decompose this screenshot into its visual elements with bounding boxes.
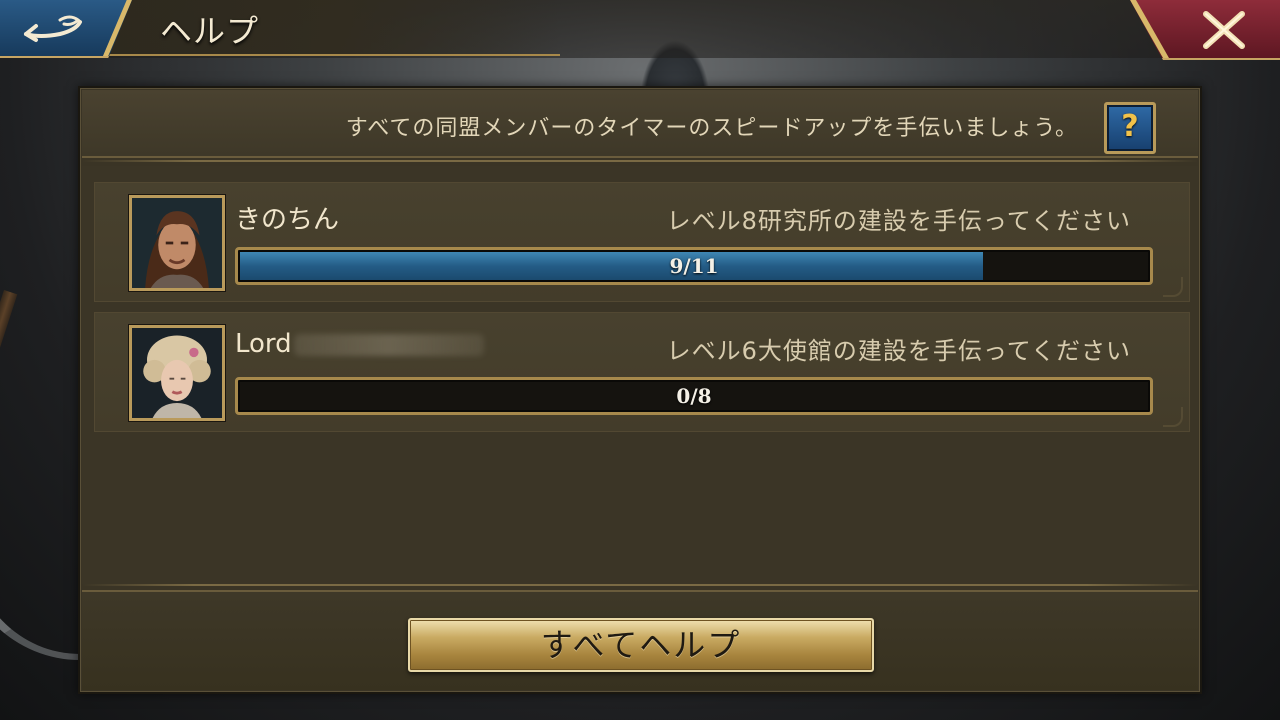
request-row[interactable]: きのちん レベル8研究所の建設を手伝ってください 9/11 — [94, 182, 1190, 302]
player-name: きのちん — [235, 205, 340, 235]
help-progress-bar: 0/8 — [235, 377, 1153, 415]
progress-label: 9/11 — [669, 254, 719, 278]
player-name-text: Lord — [235, 329, 292, 359]
request-description: レベル6大使館の建設を手伝ってください — [666, 337, 1131, 365]
help-all-button[interactable]: すべてヘルプ — [408, 618, 874, 672]
request-description: レベル8研究所の建設を手伝ってください — [666, 207, 1131, 235]
player-name: Lord — [235, 329, 484, 359]
footer-strip: すべてヘルプ — [82, 584, 1198, 690]
help-all-label: すべてヘルプ — [540, 626, 742, 664]
instruction-text: すべての同盟メンバーのタイマーのスピードアップを手伝いましょう。 — [345, 116, 1078, 141]
player-avatar[interactable] — [129, 195, 225, 291]
help-progress-bar: 9/11 — [235, 247, 1153, 285]
request-list[interactable]: きのちん レベル8研究所の建設を手伝ってください 9/11 Lord レベル6大… — [82, 166, 1198, 584]
female-portrait-icon — [132, 328, 222, 418]
close-button[interactable] — [1130, 0, 1280, 60]
close-x-icon — [1203, 11, 1245, 49]
request-row[interactable]: Lord レベル6大使館の建設を手伝ってください 0/8 — [94, 312, 1190, 432]
corner-ornament — [1163, 407, 1183, 427]
progress-label: 0/8 — [676, 384, 712, 408]
player-avatar[interactable] — [129, 325, 225, 421]
instruction-strip: すべての同盟メンバーのタイマーのスピードアップを手伝いましょう。 ? — [82, 90, 1198, 162]
redacted-name-blur — [293, 333, 484, 356]
page-title: ヘルプ — [160, 12, 260, 50]
top-bar: ヘルプ — [0, 0, 1280, 60]
corner-ornament — [1163, 277, 1183, 297]
help-panel: すべての同盟メンバーのタイマーのスピードアップを手伝いましょう。 ? きのちん … — [78, 86, 1202, 694]
help-info-button[interactable]: ? — [1104, 102, 1156, 154]
background-blade — [0, 480, 80, 660]
question-mark-icon: ? — [1121, 109, 1139, 144]
male-portrait-icon — [132, 198, 222, 288]
back-arrow-icon — [24, 15, 82, 42]
